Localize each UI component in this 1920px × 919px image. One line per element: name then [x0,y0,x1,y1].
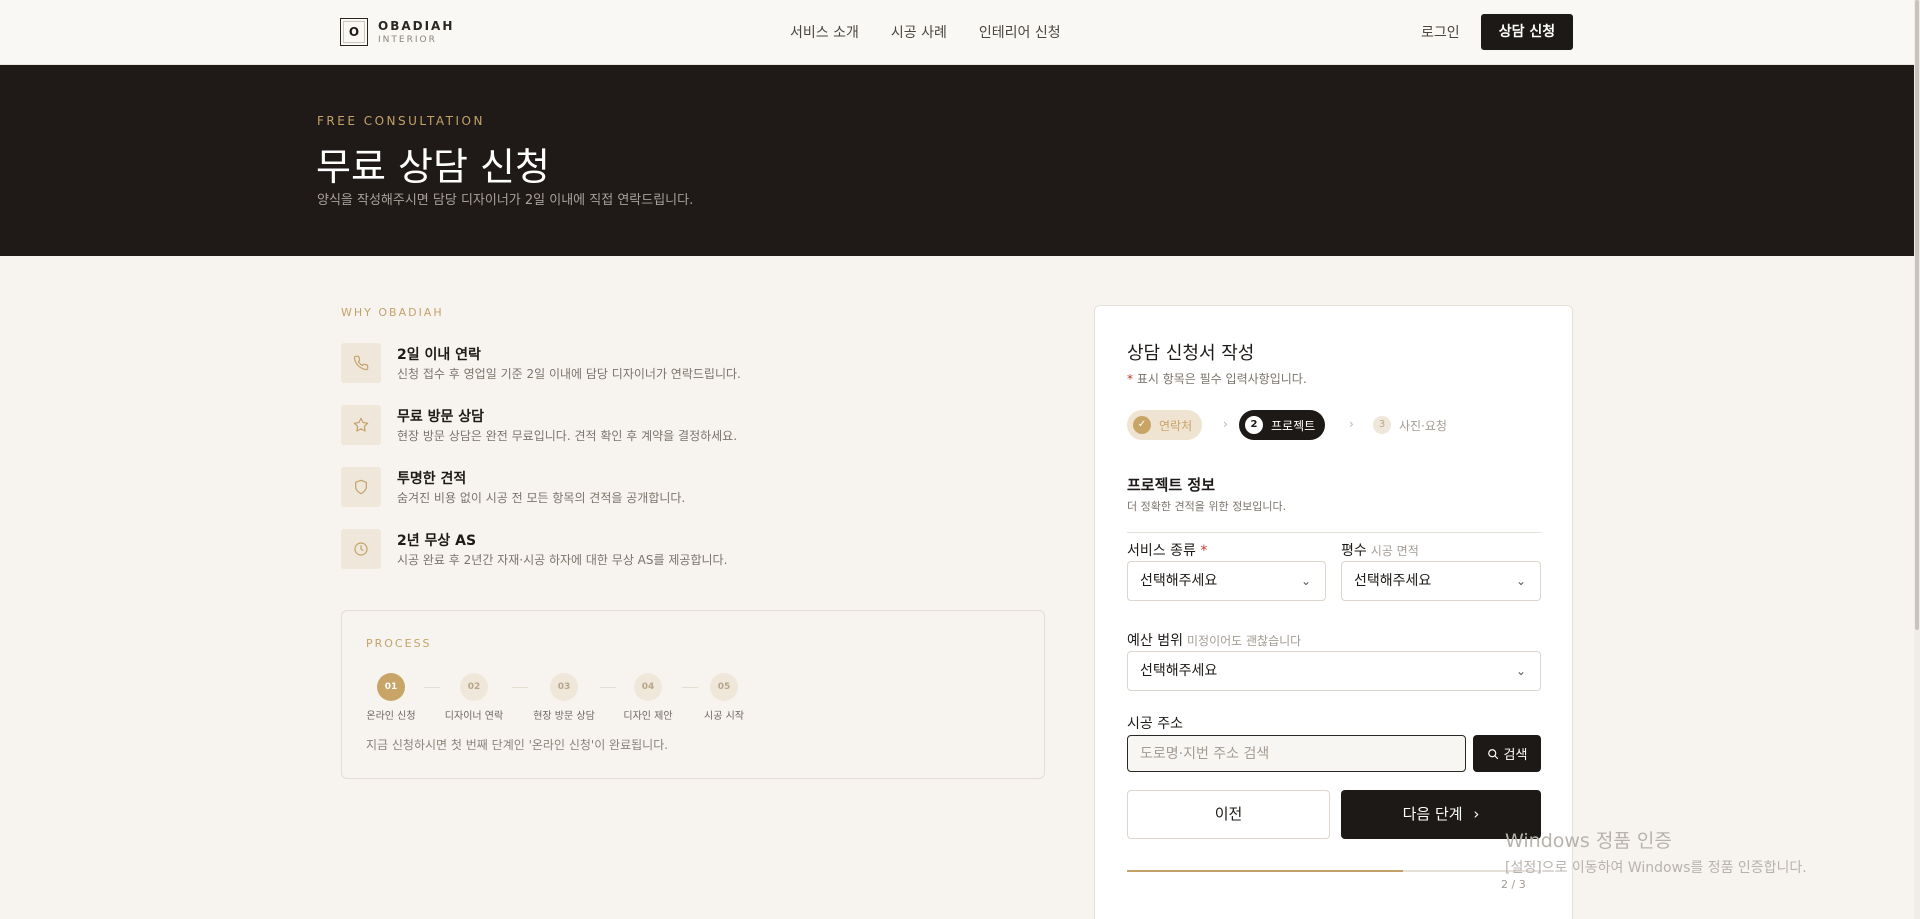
section-title: 프로젝트 정보 [1127,476,1216,494]
address-search-button[interactable]: 검색 [1473,735,1541,772]
step-number: 04 [634,673,662,701]
process-step: 05 시공 시작 [700,673,748,722]
progress-text: 2 / 3 [1501,878,1526,891]
step-number: 01 [377,673,405,701]
step-label: 디자인 제안 [623,711,673,722]
step-label: 시공 시작 [704,711,744,722]
chevron-right-icon: › [1349,417,1354,431]
feature-description: 신청 접수 후 영업일 기준 2일 이내에 담당 디자이너가 연락드립니다. [397,367,741,381]
check-icon: ✓ [1133,416,1151,434]
step-label: 현장 방문 상담 [533,711,595,722]
hero-kicker: FREE CONSULTATION [317,114,485,128]
step-number: 05 [710,673,738,701]
clock-icon [341,529,381,569]
progress-fill [1127,870,1404,872]
consultation-button[interactable]: 상담 신청 [1481,14,1573,50]
step-pill-label: 프로젝트 [1271,418,1316,433]
area-label: 평수 시공 면적 [1341,543,1419,559]
feature-title: 2년 무상 AS [397,533,477,549]
step-pill-photos[interactable]: 3 사진·요청 [1367,410,1457,440]
area-select[interactable]: 선택해주세요 ⌄ [1341,561,1541,601]
logo-name: OBADIAH [378,18,455,33]
watermark-title: Windows 정품 인증 [1505,830,1672,852]
feature-description: 현장 방문 상담은 완전 무료입니다. 견적 확인 후 계약을 결정하세요. [397,429,738,443]
step-number: 03 [550,673,578,701]
main-nav: 서비스 소개 시공 사례 인테리어 신청 [790,22,1061,42]
feature-title: 2일 이내 연락 [397,347,481,363]
feature-title: 무료 방문 상담 [397,409,485,425]
step-pill-number: 2 [1245,416,1263,434]
star-icon [341,405,381,445]
logo-mark: O [340,18,368,46]
hero-subtitle: 양식을 작성해주시면 담당 디자이너가 2일 이내에 직접 연락드립니다. [317,193,694,208]
budget-select[interactable]: 선택해주세요 ⌄ [1127,651,1541,691]
nav-service-intro[interactable]: 서비스 소개 [790,22,859,42]
step-connector [682,687,698,688]
process-box: PROCESS 01 온라인 신청 02 디자이너 연락 03 현장 방문 상담… [341,610,1045,779]
feature-item: 무료 방문 상담 현장 방문 상담은 완전 무료입니다. 견적 확인 후 계약을… [341,405,1021,449]
top-navigation-bar: O OBADIAH INTERIOR 서비스 소개 시공 사례 인테리어 신청 … [0,0,1914,65]
chevron-right-icon: › [1223,417,1228,431]
nav-portfolio[interactable]: 시공 사례 [891,22,947,42]
section-subtitle: 더 정확한 견적을 위한 정보입니다. [1127,500,1287,513]
progress-bar [1127,870,1541,872]
address-input[interactable] [1127,735,1466,772]
feature-item: 2일 이내 연락 신청 접수 후 영업일 기준 2일 이내에 담당 디자이너가 … [341,343,1021,387]
step-pill-label: 연락처 [1159,418,1193,433]
budget-label: 예산 범위 미정이어도 괜찮습니다 [1127,633,1302,649]
step-label: 온라인 신청 [366,711,416,722]
previous-button[interactable]: 이전 [1127,790,1330,839]
logo[interactable]: O OBADIAH INTERIOR [340,18,454,46]
process-step: 04 디자인 제안 [620,673,676,722]
process-step: 01 온라인 신청 [366,673,416,722]
step-label: 디자이너 연락 [444,711,504,722]
process-note: 지금 신청하시면 첫 번째 단계인 '온라인 신청'이 완료됩니다. [366,738,669,752]
search-icon [1487,748,1498,759]
feature-item: 2년 무상 AS 시공 완료 후 2년간 자재·시공 하자에 대한 무상 AS를… [341,529,1021,573]
feature-title: 투명한 견적 [397,471,467,487]
step-connector [600,687,616,688]
login-link[interactable]: 로그인 [1421,22,1460,42]
address-label: 시공 주소 [1127,716,1183,732]
step-pill-number: 3 [1373,416,1391,434]
step-number: 02 [460,673,488,701]
logo-subtitle: INTERIOR [378,34,437,45]
step-pill-project[interactable]: 2 프로젝트 [1239,410,1326,440]
hero-banner: FREE CONSULTATION 무료 상담 신청 양식을 작성해주시면 담당… [0,65,1914,256]
nav-interior-request[interactable]: 인테리어 신청 [979,22,1061,42]
step-connector [424,687,440,688]
chevron-down-icon: ⌄ [1515,664,1526,678]
step-connector [512,687,528,688]
consultation-form-card: 상담 신청서 작성 * 표시 항목은 필수 입력사항입니다. ✓ 연락처 › 2… [1094,305,1573,919]
why-label: WHY OBADIAH [341,306,444,319]
shield-icon [341,467,381,507]
chevron-down-icon: ⌄ [1300,574,1311,588]
scrollbar-thumb[interactable] [1915,0,1919,630]
step-pill-label: 사진·요청 [1399,418,1447,433]
process-step: 03 현장 방문 상담 [532,673,596,722]
required-note: * 표시 항목은 필수 입력사항입니다. [1127,372,1307,386]
chevron-right-icon: › [1473,805,1480,823]
service-type-label: 서비스 종류 * [1127,543,1208,559]
process-label: PROCESS [366,637,432,650]
page-title: 무료 상담 신청 [316,145,550,189]
process-step: 02 디자이너 연락 [444,673,504,722]
feature-item: 투명한 견적 숨겨진 비용 없이 시공 전 모든 항목의 견적을 공개합니다. [341,467,1021,511]
divider [1127,532,1541,533]
phone-icon [341,343,381,383]
form-title: 상담 신청서 작성 [1127,343,1255,364]
watermark-subtitle: [설정]으로 이동하여 Windows를 정품 인증합니다. [1505,860,1807,876]
windows-activation-watermark: Windows 정품 인증 [설정]으로 이동하여 Windows를 정품 인증… [1505,826,1807,877]
feature-description: 시공 완료 후 2년간 자재·시공 하자에 대한 무상 AS를 제공합니다. [397,553,728,567]
chevron-down-icon: ⌄ [1515,574,1526,588]
service-type-select[interactable]: 선택해주세요 ⌄ [1127,561,1326,601]
step-pill-contact[interactable]: ✓ 연락처 [1127,410,1203,440]
feature-description: 숨겨진 비용 없이 시공 전 모든 항목의 견적을 공개합니다. [397,491,686,505]
